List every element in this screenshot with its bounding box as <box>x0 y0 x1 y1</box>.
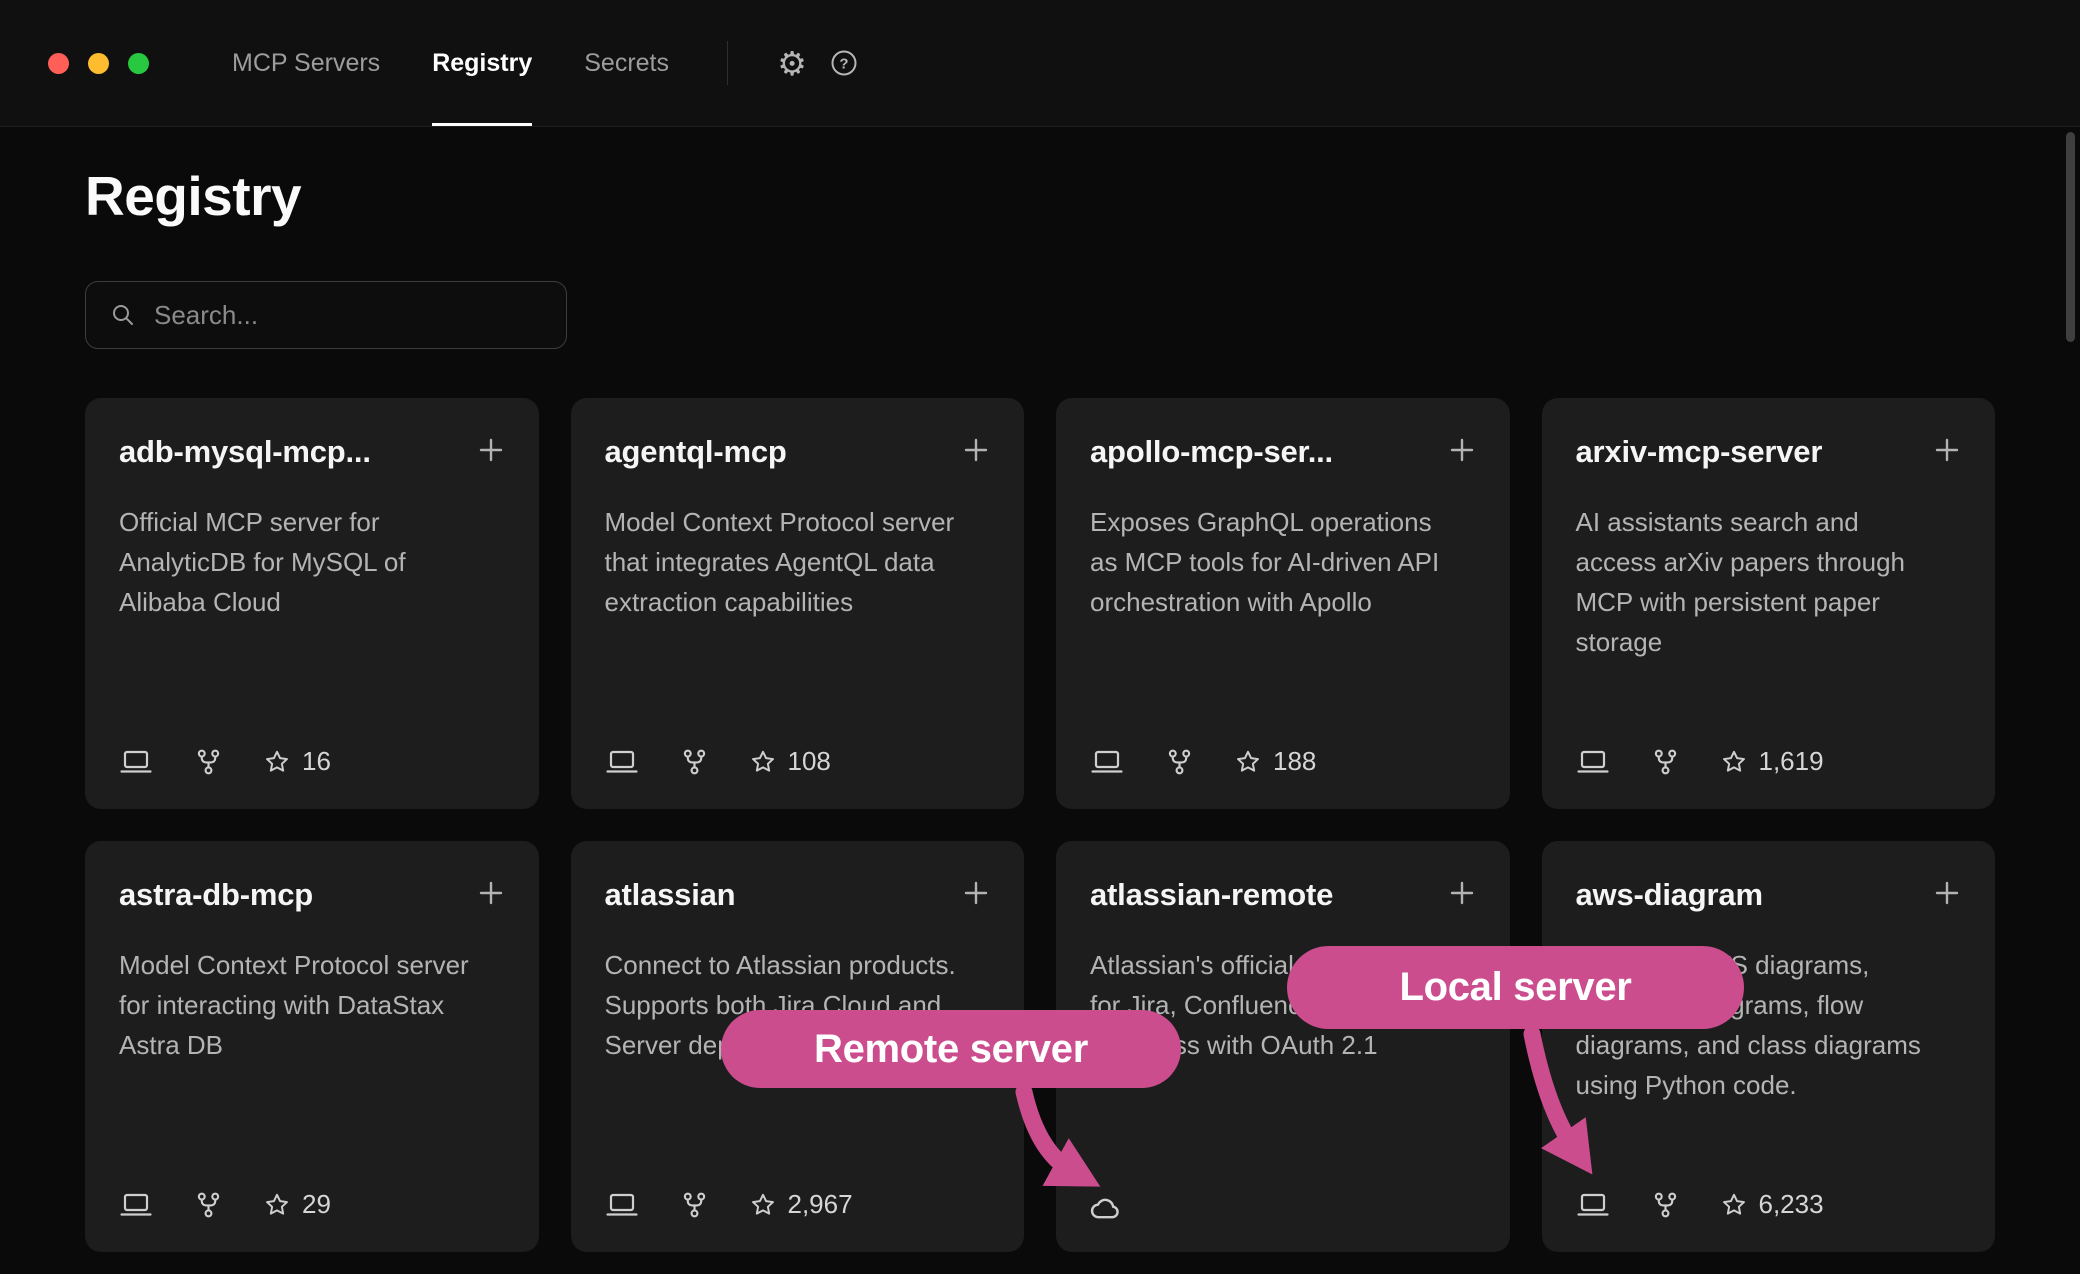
server-name: astra-db-mcp <box>119 877 463 913</box>
card-footer: 6,233 <box>1576 1189 1824 1220</box>
card-footer: 2,967 <box>605 1189 853 1220</box>
github-fork-icon <box>195 748 222 776</box>
star-count: 16 <box>302 746 331 777</box>
star-count: 6,233 <box>1759 1189 1824 1220</box>
search-input[interactable] <box>154 300 542 331</box>
server-name: adb-mysql-mcp... <box>119 434 463 470</box>
window-minimize-button[interactable] <box>88 53 109 74</box>
server-description: Model Context Protocol server for intera… <box>119 945 485 1065</box>
card-footer: 188 <box>1090 746 1316 777</box>
server-name: atlassian-remote <box>1090 877 1434 913</box>
registry-page: Registry adb-mysql-mcp... Official MCP s… <box>0 165 2080 1252</box>
local-server-icon <box>1576 1191 1610 1219</box>
add-server-button[interactable] <box>471 430 511 470</box>
svg-text:?: ? <box>839 56 848 73</box>
server-name: aws-diagram <box>1576 877 1920 913</box>
add-server-button[interactable] <box>1927 873 1967 913</box>
star-icon <box>264 1192 290 1218</box>
help-icon: ? <box>829 48 859 78</box>
github-fork-icon <box>195 1191 222 1219</box>
local-server-callout-label: Local server <box>1399 965 1631 1010</box>
remote-server-callout: Remote server <box>721 1010 1181 1088</box>
star-count: 29 <box>302 1189 331 1220</box>
window-maximize-button[interactable] <box>128 53 149 74</box>
github-fork-icon <box>681 748 708 776</box>
window-controls <box>0 0 149 126</box>
server-name: apollo-mcp-ser... <box>1090 434 1434 470</box>
star-icon <box>1235 749 1261 775</box>
remote-server-callout-label: Remote server <box>814 1027 1088 1072</box>
tab-registry[interactable]: Registry <box>432 0 532 126</box>
server-description: AI assistants search and access arXiv pa… <box>1576 502 1942 662</box>
local-server-callout: Local server <box>1287 946 1744 1029</box>
help-button[interactable]: ? <box>818 37 870 89</box>
add-server-button[interactable] <box>956 430 996 470</box>
add-server-button[interactable] <box>1927 430 1967 470</box>
plus-icon <box>961 878 991 908</box>
plus-icon <box>476 435 506 465</box>
settings-button[interactable]: ⚙ <box>766 37 818 89</box>
star-icon <box>750 1192 776 1218</box>
plus-icon <box>961 435 991 465</box>
star-count: 108 <box>788 746 831 777</box>
server-name: atlassian <box>605 877 949 913</box>
add-server-button[interactable] <box>1442 873 1482 913</box>
plus-icon <box>1932 878 1962 908</box>
server-card[interactable]: astra-db-mcp Model Context Protocol serv… <box>85 841 539 1252</box>
local-server-icon <box>119 748 153 776</box>
card-footer: 1,619 <box>1576 746 1824 777</box>
server-card[interactable]: adb-mysql-mcp... Official MCP server for… <box>85 398 539 809</box>
topbar-divider <box>727 41 728 85</box>
server-description: Exposes GraphQL operations as MCP tools … <box>1090 502 1456 622</box>
server-card[interactable]: agentql-mcp Model Context Protocol serve… <box>571 398 1025 809</box>
search-box <box>85 281 567 349</box>
local-server-icon <box>605 1191 639 1219</box>
local-server-icon <box>605 748 639 776</box>
registry-grid: adb-mysql-mcp... Official MCP server for… <box>85 398 1995 1252</box>
window-close-button[interactable] <box>48 53 69 74</box>
plus-icon <box>476 878 506 908</box>
card-footer: 16 <box>119 746 331 777</box>
github-fork-icon <box>1166 748 1193 776</box>
page-title: Registry <box>85 165 1995 227</box>
tab-secrets[interactable]: Secrets <box>584 0 669 126</box>
server-card[interactable]: aws-diagram Generate AWS diagrams, seque… <box>1542 841 1996 1252</box>
tab-mcp-servers[interactable]: MCP Servers <box>232 0 380 126</box>
local-server-icon <box>119 1191 153 1219</box>
github-fork-icon <box>1652 748 1679 776</box>
card-footer <box>1090 1196 1122 1220</box>
remote-server-cloud-icon <box>1090 1196 1122 1220</box>
star-icon <box>1721 1192 1747 1218</box>
local-server-icon <box>1090 748 1124 776</box>
plus-icon <box>1932 435 1962 465</box>
github-fork-icon <box>1652 1191 1679 1219</box>
server-card[interactable]: apollo-mcp-ser... Exposes GraphQL operat… <box>1056 398 1510 809</box>
server-name: arxiv-mcp-server <box>1576 434 1920 470</box>
server-description: Model Context Protocol server that integ… <box>605 502 971 622</box>
star-icon <box>750 749 776 775</box>
add-server-button[interactable] <box>471 873 511 913</box>
vertical-scrollbar[interactable] <box>2066 132 2075 342</box>
local-server-icon <box>1576 748 1610 776</box>
star-count: 1,619 <box>1759 746 1824 777</box>
titlebar: MCP Servers Registry Secrets ⚙ ? <box>0 0 2080 127</box>
add-server-button[interactable] <box>956 873 996 913</box>
card-footer: 29 <box>119 1189 331 1220</box>
plus-icon <box>1447 878 1477 908</box>
star-icon <box>1721 749 1747 775</box>
server-name: agentql-mcp <box>605 434 949 470</box>
server-description: Official MCP server for AnalyticDB for M… <box>119 502 485 622</box>
github-fork-icon <box>681 1191 708 1219</box>
server-card[interactable]: arxiv-mcp-server AI assistants search an… <box>1542 398 1996 809</box>
search-icon <box>110 302 136 328</box>
card-footer: 108 <box>605 746 831 777</box>
star-icon <box>264 749 290 775</box>
star-count: 2,967 <box>788 1189 853 1220</box>
gear-icon: ⚙ <box>777 47 807 80</box>
add-server-button[interactable] <box>1442 430 1482 470</box>
main-nav: MCP Servers Registry Secrets <box>232 0 669 126</box>
star-count: 188 <box>1273 746 1316 777</box>
plus-icon <box>1447 435 1477 465</box>
